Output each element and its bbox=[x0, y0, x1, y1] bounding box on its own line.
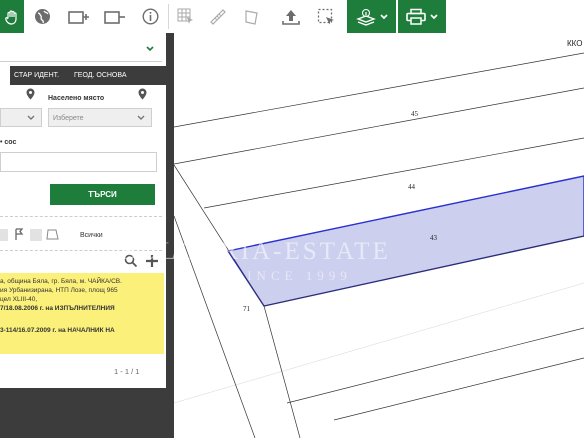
panel-scrollbar[interactable] bbox=[166, 33, 174, 438]
polygon-area-icon bbox=[245, 9, 258, 25]
result-item[interactable]: а, община Бяла, гр. Бяла, м. ЧАЙКА/СВ. и… bbox=[0, 273, 164, 354]
watermark-subtext: SINCE 1999 bbox=[235, 268, 352, 283]
watermark-text: BULGARIA-ESTATE bbox=[120, 238, 391, 265]
divider bbox=[0, 216, 162, 217]
measure-ruler-button[interactable] bbox=[204, 0, 232, 33]
globe-icon bbox=[34, 9, 50, 24]
mode-dropdown[interactable] bbox=[0, 37, 162, 62]
tab-active-cut[interactable] bbox=[0, 66, 10, 85]
ruler-icon bbox=[210, 8, 226, 25]
grid-cursor-icon bbox=[177, 8, 193, 24]
info-icon bbox=[141, 8, 159, 25]
plot-label[interactable]: 44 bbox=[408, 183, 415, 191]
identifier-input[interactable] bbox=[0, 152, 157, 172]
plot-label[interactable]: 45 bbox=[411, 110, 418, 118]
field-label: • сос bbox=[0, 139, 17, 146]
chevron-down-icon bbox=[137, 115, 145, 120]
print-dropdown-button[interactable] bbox=[398, 0, 446, 33]
result-line: а, община Бяла, гр. Бяла, м. ЧАЙКА/СВ. bbox=[0, 278, 122, 285]
panel-footer bbox=[0, 388, 166, 438]
map-corner-label: ККО bbox=[567, 39, 583, 48]
result-line: цел XLIII-40, bbox=[0, 296, 38, 303]
printer-icon bbox=[406, 8, 438, 25]
upload-icon bbox=[282, 9, 300, 25]
remove-frame-button[interactable] bbox=[100, 0, 130, 33]
info-button[interactable] bbox=[136, 0, 164, 33]
plot-label[interactable]: 43 bbox=[430, 234, 437, 242]
region-select[interactable] bbox=[0, 108, 42, 127]
settlement-label: Населено място bbox=[48, 95, 105, 102]
upload-button[interactable] bbox=[276, 0, 306, 33]
layers-dropdown-button[interactable] bbox=[347, 0, 396, 33]
settlement-select-value: Изберете bbox=[53, 115, 84, 122]
pan-hand-button[interactable] bbox=[0, 0, 24, 33]
map-canvas bbox=[174, 52, 584, 438]
pagination: 1 - 1 / 1 bbox=[114, 367, 140, 376]
globe-button[interactable] bbox=[28, 0, 56, 33]
chevron-down-icon bbox=[27, 115, 35, 120]
result-line: ия Урбанизирана, НТП Лозе, площ 965 bbox=[0, 287, 118, 294]
toolbar bbox=[0, 0, 584, 34]
chevron-down-icon bbox=[146, 46, 154, 52]
tab-geod-base[interactable]: ГЕОД. ОСНОВА bbox=[74, 66, 127, 85]
cadastral-map[interactable]: ККО 45 44 43 71 bbox=[174, 33, 584, 438]
map-pin-icon bbox=[26, 88, 35, 100]
add-frame-button[interactable] bbox=[64, 0, 94, 33]
hand-icon bbox=[5, 9, 17, 25]
all-label: Всички bbox=[80, 232, 103, 239]
filter-square-icon[interactable] bbox=[0, 229, 8, 241]
layers-info-icon bbox=[355, 8, 388, 26]
remove-frame-icon bbox=[104, 10, 125, 24]
add-frame-icon bbox=[68, 10, 89, 24]
select-area-button[interactable] bbox=[312, 0, 342, 33]
search-button[interactable]: ТЪРСИ bbox=[50, 184, 155, 205]
dashed-select-icon bbox=[317, 8, 334, 24]
result-line: 7/18.08.2006 г. на ИЗПЪЛНИТЕЛНИЯ bbox=[0, 305, 115, 312]
panel-tabs: СТАР ИДЕНТ. ГЕОД. ОСНОВА bbox=[0, 66, 166, 85]
map-pin-icon bbox=[138, 88, 147, 100]
grid-select-button[interactable] bbox=[172, 0, 200, 33]
settlement-select[interactable]: Изберете bbox=[48, 108, 152, 127]
plot-label[interactable]: 71 bbox=[243, 305, 250, 313]
flag-icon[interactable] bbox=[14, 228, 24, 241]
polygon-filter-icon[interactable] bbox=[46, 228, 60, 241]
filter-block-icon[interactable] bbox=[30, 229, 42, 241]
measure-area-button[interactable] bbox=[238, 0, 266, 33]
tab-old-ident[interactable]: СТАР ИДЕНТ. bbox=[14, 66, 59, 85]
result-line: 3-114/16.07.2009 г. на НАЧАЛНИК НА bbox=[0, 327, 115, 334]
